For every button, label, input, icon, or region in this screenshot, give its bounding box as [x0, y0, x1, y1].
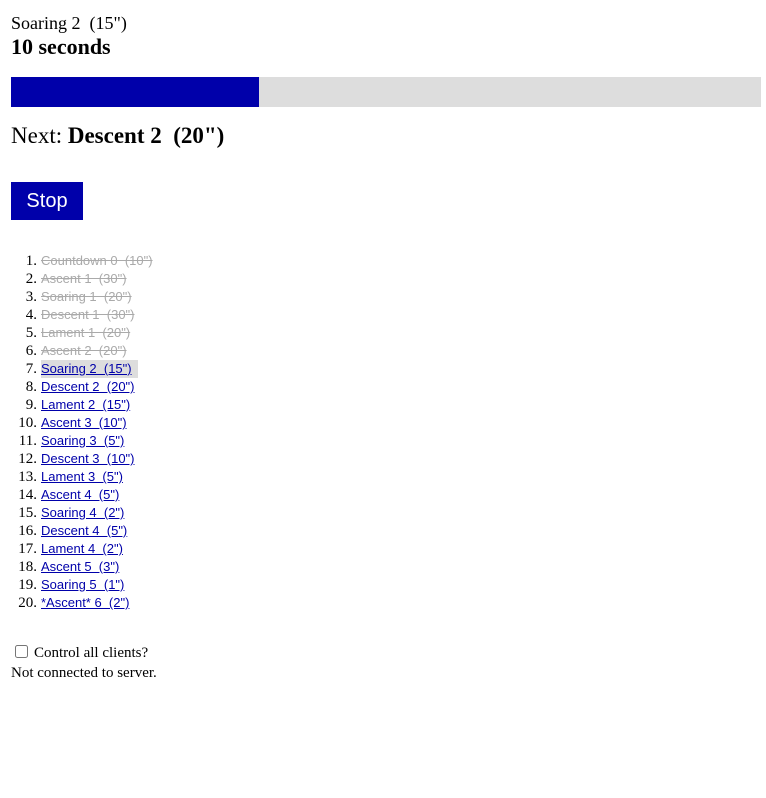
- schedule-item-number: 2.: [25, 271, 37, 287]
- schedule-item-label[interactable]: Descent 3 (10"): [41, 450, 135, 468]
- schedule-item: 7. Soaring 2 (15"): [11, 360, 138, 378]
- schedule-item-number: 20.: [18, 595, 37, 611]
- time-remaining: 10 seconds: [11, 34, 111, 59]
- next-segment-name: Descent 2 (20"): [67, 123, 225, 148]
- schedule-item-label: Soaring 1 (20"): [41, 289, 132, 304]
- schedule-item-label[interactable]: Ascent 5 (3"): [41, 558, 119, 576]
- control-all-clients-checkbox[interactable]: [15, 645, 28, 658]
- schedule-item-number: 7.: [25, 361, 37, 377]
- schedule-item-number: 15.: [18, 505, 37, 521]
- schedule-item-number: 8.: [25, 379, 37, 395]
- schedule-item: 13. Lament 3 (5"): [11, 468, 123, 486]
- stop-button[interactable]: Stop: [11, 182, 83, 220]
- schedule-item-label[interactable]: Ascent 3 (10"): [41, 414, 127, 432]
- schedule-item-label: Countdown 0 (10"): [41, 253, 153, 268]
- schedule-item-number: 17.: [18, 541, 37, 557]
- schedule-item-number: 1.: [25, 253, 37, 269]
- schedule-item: 10. Ascent 3 (10"): [11, 414, 126, 432]
- schedule-item-number: 13.: [18, 469, 37, 485]
- schedule-item-label[interactable]: Soaring 4 (2"): [41, 504, 124, 522]
- control-all-clients: Control all clients?: [11, 644, 148, 662]
- schedule-item: 15. Soaring 4 (2"): [11, 504, 124, 522]
- schedule-item: 2. Ascent 1 (30"): [11, 270, 127, 288]
- schedule-item-label[interactable]: Descent 2 (20"): [41, 378, 135, 396]
- schedule-item-label: Lament 1 (20"): [41, 325, 131, 340]
- schedule-item-number: 18.: [18, 559, 37, 575]
- schedule-item: 11. Soaring 3 (5"): [11, 432, 125, 450]
- schedule-item-number: 14.: [18, 487, 37, 503]
- schedule-item-number: 19.: [18, 577, 37, 593]
- schedule-item-number: 16.: [18, 523, 37, 539]
- schedule-item: 4. Descent 1 (30"): [11, 306, 135, 324]
- next-prefix: Next:: [11, 123, 68, 148]
- schedule-item: 5. Lament 1 (20"): [11, 324, 130, 342]
- schedule-item-label[interactable]: Lament 2 (15"): [41, 396, 130, 414]
- schedule-item: 16. Descent 4 (5"): [11, 522, 127, 540]
- schedule-item: 1. Countdown 0 (10"): [11, 252, 153, 270]
- schedule-item-number: 12.: [18, 451, 37, 467]
- schedule-item-number: 9.: [25, 397, 37, 413]
- schedule-list: 1. Countdown 0 (10") 2. Ascent 1 (30") 3. Soa…: [11, 252, 153, 612]
- schedule-item: 9. Lament 2 (15"): [11, 396, 130, 414]
- schedule-item-label[interactable]: Descent 4 (5"): [41, 522, 127, 540]
- schedule-item-label: Ascent 1 (30"): [41, 271, 127, 286]
- schedule-item: 12. Descent 3 (10"): [11, 450, 134, 468]
- schedule-item-label[interactable]: Soaring 3 (5"): [41, 432, 124, 450]
- schedule-item-number: 10.: [18, 415, 37, 431]
- next-segment: Next: Descent 2 (20"): [11, 122, 224, 150]
- schedule-item-label[interactable]: *Ascent* 6 (2"): [41, 594, 129, 612]
- schedule-item-label: Ascent 2 (20"): [41, 343, 127, 358]
- schedule-item: 19. Soaring 5 (1"): [11, 576, 124, 594]
- schedule-item: 8. Descent 2 (20"): [11, 378, 135, 396]
- progress-bar: [11, 77, 761, 107]
- schedule-item: 18. Ascent 5 (3"): [11, 558, 119, 576]
- schedule-item: 20. *Ascent* 6 (2"): [11, 594, 129, 612]
- schedule-item-label[interactable]: Soaring 5 (1"): [41, 576, 124, 594]
- schedule-item-number: 6.: [25, 343, 37, 359]
- schedule-item-number: 5.: [25, 325, 37, 341]
- schedule-item-label[interactable]: Ascent 4 (5"): [41, 486, 119, 504]
- schedule-item-label[interactable]: Lament 3 (5"): [41, 468, 123, 486]
- schedule-item-label[interactable]: Soaring 2 (15"): [41, 360, 138, 378]
- schedule-item-label: Descent 1 (30"): [41, 307, 135, 322]
- page: Soaring 2 (15") 10 seconds Next: Descent…: [11, 12, 761, 681]
- schedule-item-number: 3.: [25, 289, 37, 305]
- schedule-item: 14. Ascent 4 (5"): [11, 486, 119, 504]
- schedule-item: 6. Ascent 2 (20"): [11, 342, 127, 360]
- control-all-clients-label: Control all clients?: [34, 645, 149, 661]
- current-segment-name: Soaring 2 (15"): [11, 13, 127, 33]
- schedule-item: 3. Soaring 1 (20"): [11, 288, 132, 306]
- connection-status: Not connected to server.: [11, 665, 157, 681]
- schedule-item-number: 4.: [25, 307, 37, 323]
- schedule-item-number: 11.: [18, 433, 37, 449]
- schedule-item: 17. Lament 4 (2"): [11, 540, 123, 558]
- progress-fill: [11, 77, 259, 107]
- schedule-item-label[interactable]: Lament 4 (2"): [41, 540, 123, 558]
